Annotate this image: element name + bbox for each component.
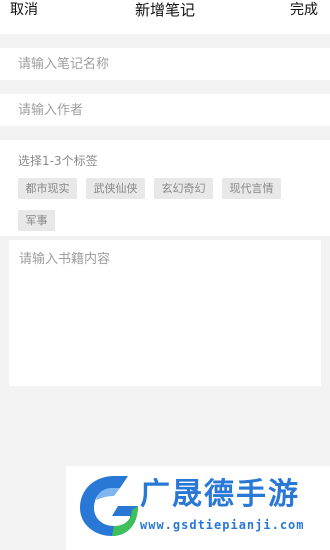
tag-fantasy[interactable]: 玄幻奇幻 bbox=[154, 178, 213, 199]
tag-military[interactable]: 军事 bbox=[18, 210, 55, 231]
tag-urban-reality[interactable]: 都市现实 bbox=[18, 178, 77, 199]
note-name-input[interactable] bbox=[18, 48, 318, 80]
tag-modern-romance[interactable]: 现代言情 bbox=[222, 178, 281, 199]
author-field bbox=[0, 94, 330, 126]
page-title: 新增笔记 bbox=[134, 1, 195, 19]
content-textarea[interactable] bbox=[19, 248, 311, 378]
note-name-field bbox=[0, 48, 330, 80]
done-button[interactable]: 完成 bbox=[290, 0, 318, 20]
watermark-url: www.gsdtiepianji.com bbox=[140, 518, 305, 532]
content-box bbox=[9, 240, 321, 386]
author-input[interactable] bbox=[18, 94, 318, 126]
tags-section: 选择1-3个标签 都市现实 武侠仙侠 玄幻奇幻 现代言情 军事 bbox=[0, 140, 330, 236]
tags-label: 选择1-3个标签 bbox=[18, 154, 98, 168]
top-bar: 取消 新增笔记 完成 bbox=[0, 0, 330, 34]
watermark: 广晟德手游 www.gsdtiepianji.com bbox=[66, 466, 330, 550]
tag-wuxia-xianxia[interactable]: 武侠仙侠 bbox=[86, 178, 145, 199]
watermark-brand: 广晟德手游 bbox=[140, 477, 300, 512]
brand-logo-icon bbox=[80, 476, 138, 536]
